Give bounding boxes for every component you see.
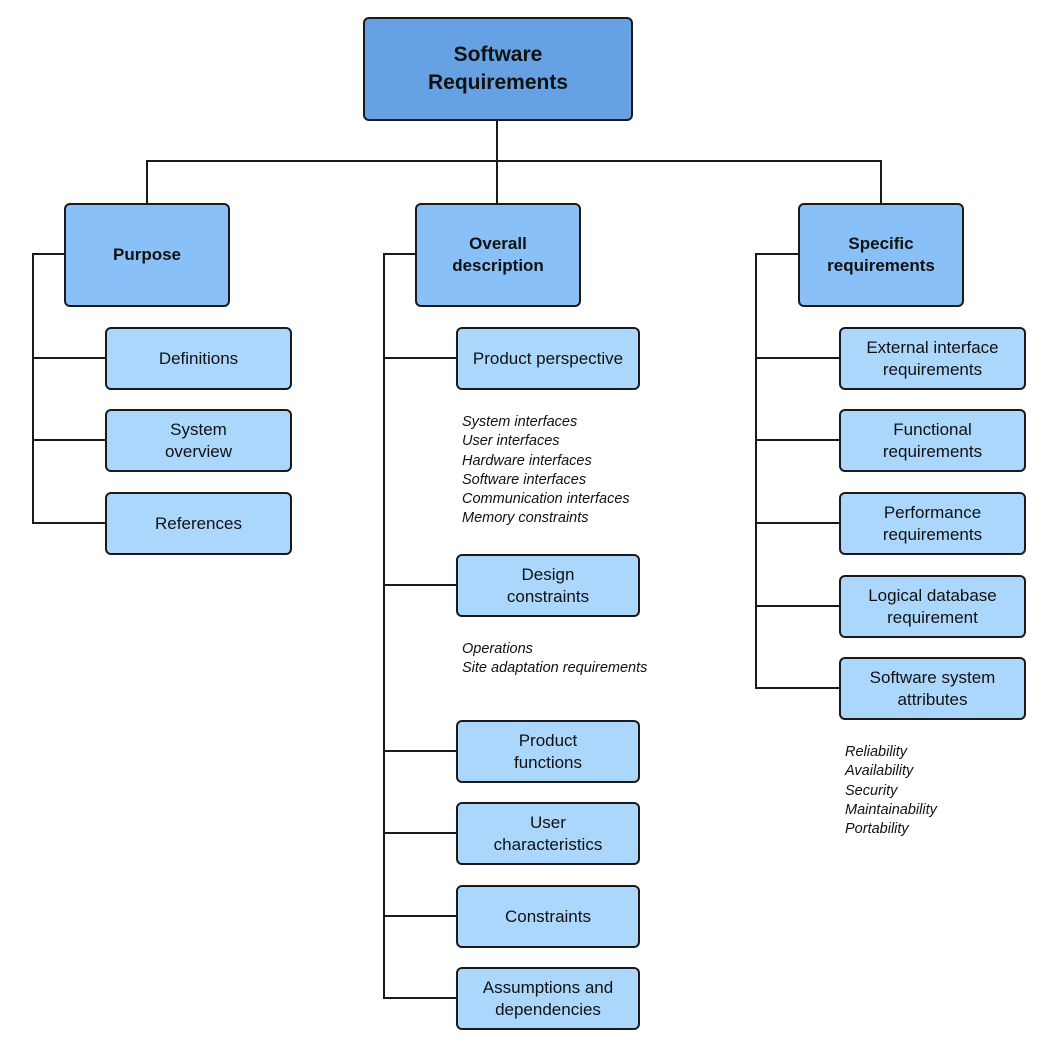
node-user-characteristics: User characteristics xyxy=(456,802,640,865)
notes-design-constraints: Operations Site adaptation requirements xyxy=(462,641,648,677)
node-performance-requirements: Performance requirements xyxy=(839,492,1026,555)
notes-software-system-attributes: Reliability Availability Security Mainta… xyxy=(845,744,937,838)
connector xyxy=(496,120,498,204)
connector xyxy=(755,605,840,607)
connector xyxy=(32,522,106,524)
connector xyxy=(880,160,882,204)
node-overall-description: Overall description xyxy=(415,203,581,307)
connector xyxy=(32,357,106,359)
node-software-system-attributes: Software system attributes xyxy=(839,657,1026,720)
connector xyxy=(146,160,148,204)
connector xyxy=(755,357,840,359)
notes-product-perspective: System interfaces User interfaces Hardwa… xyxy=(462,414,630,527)
diagram: Software Requirements Purpose Overall de… xyxy=(0,0,1054,1048)
node-external-interface-requirements: External interface requirements xyxy=(839,327,1026,390)
connector xyxy=(383,915,457,917)
connector xyxy=(383,832,457,834)
connector xyxy=(32,439,106,441)
connector xyxy=(755,253,757,689)
connector xyxy=(383,997,457,999)
connector xyxy=(383,253,385,999)
node-product-functions: Product functions xyxy=(456,720,640,783)
connector xyxy=(755,439,840,441)
connector xyxy=(755,253,799,255)
node-logical-database-requirement: Logical database requirement xyxy=(839,575,1026,638)
connector xyxy=(755,687,840,689)
node-references: References xyxy=(105,492,292,555)
connector xyxy=(383,750,457,752)
node-system-overview: System overview xyxy=(105,409,292,472)
root-node-software-requirements: Software Requirements xyxy=(363,17,633,121)
connector xyxy=(755,522,840,524)
node-definitions: Definitions xyxy=(105,327,292,390)
connector xyxy=(383,357,457,359)
node-purpose: Purpose xyxy=(64,203,230,307)
node-specific-requirements: Specific requirements xyxy=(798,203,964,307)
node-design-constraints: Design constraints xyxy=(456,554,640,617)
node-assumptions-dependencies: Assumptions and dependencies xyxy=(456,967,640,1030)
node-functional-requirements: Functional requirements xyxy=(839,409,1026,472)
connector xyxy=(146,160,882,162)
connector xyxy=(383,584,457,586)
connector xyxy=(32,253,34,524)
connector xyxy=(32,253,65,255)
node-product-perspective: Product perspective xyxy=(456,327,640,390)
connector xyxy=(383,253,416,255)
node-constraints: Constraints xyxy=(456,885,640,948)
